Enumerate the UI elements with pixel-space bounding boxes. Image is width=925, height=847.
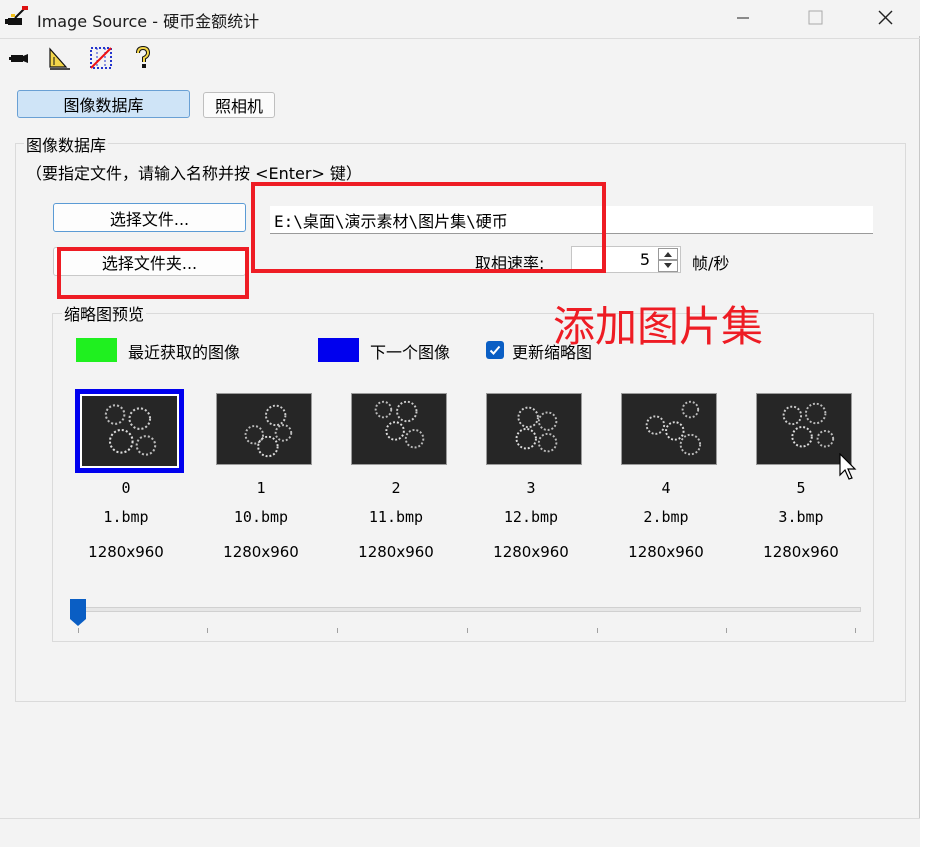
slider-tick xyxy=(78,628,79,633)
checkmark-icon xyxy=(489,345,501,355)
thumbnail-name: 2.bmp xyxy=(643,508,689,526)
thumbnail-image[interactable] xyxy=(351,393,447,465)
close-icon xyxy=(878,10,893,25)
annotation-box-folder xyxy=(57,247,249,299)
maximize-button[interactable] xyxy=(792,0,838,36)
thumbnail-image[interactable] xyxy=(756,393,852,465)
app-icon xyxy=(5,6,28,25)
thumbnail-name: 3.bmp xyxy=(778,508,824,526)
thumbnail-image[interactable] xyxy=(486,393,582,465)
coin-image xyxy=(622,394,716,464)
hint-text: （要指定文件，请输入名称并按 <Enter> 键） xyxy=(26,164,362,183)
annotation-box-path xyxy=(251,182,606,273)
slider-tick xyxy=(337,628,338,633)
grid-icon xyxy=(90,47,112,69)
spin-up-icon[interactable] xyxy=(658,248,678,260)
slider-handle[interactable] xyxy=(70,599,86,627)
coin-image xyxy=(757,394,851,464)
thumbnail-size: 1280x960 xyxy=(223,543,299,561)
title-bar: Image Source - 硬币金额统计 xyxy=(0,0,920,36)
thumbnail-image[interactable] xyxy=(75,389,184,473)
app-window: Image Source - 硬币金额统计 图像数据库 照相机 图像数据库 （要… xyxy=(0,0,920,847)
thumbnail-image[interactable] xyxy=(216,393,312,465)
camera-button[interactable] xyxy=(6,45,32,71)
measure-icon xyxy=(49,47,70,70)
recent-image-label: 最近获取的图像 xyxy=(128,343,241,362)
slider-tick xyxy=(855,628,856,633)
slider-tick xyxy=(597,628,598,633)
slider-tick xyxy=(207,628,208,633)
update-thumbnails-checkbox[interactable] xyxy=(486,341,504,359)
minimize-icon xyxy=(737,17,749,19)
tab-camera[interactable]: 照相机 xyxy=(203,92,275,118)
thumbnail-name: 12.bmp xyxy=(503,508,559,526)
toolbar xyxy=(0,38,920,77)
thumbnail-image[interactable] xyxy=(621,393,717,465)
window-title: Image Source - 硬币金额统计 xyxy=(37,12,260,31)
thumbnail-size: 1280x960 xyxy=(358,543,434,561)
annotation-text: 添加图片集 xyxy=(553,302,764,351)
thumbnail-index: 2 xyxy=(391,479,401,497)
tab-image-database[interactable]: 图像数据库 xyxy=(17,90,190,118)
thumbnail-index: 4 xyxy=(661,479,671,497)
help-icon xyxy=(136,45,151,68)
coin-image xyxy=(80,394,179,468)
recent-image-swatch xyxy=(76,338,117,362)
thumbnail-index: 0 xyxy=(121,479,131,497)
group-title: 图像数据库 xyxy=(24,132,109,156)
mouse-cursor-icon xyxy=(839,453,857,480)
next-image-label: 下一个图像 xyxy=(370,343,451,362)
thumbnail-size: 1280x960 xyxy=(493,543,569,561)
rate-value: 5 xyxy=(639,250,650,269)
maximize-icon xyxy=(808,10,823,25)
next-image-swatch xyxy=(318,338,359,362)
thumbnail-index: 5 xyxy=(796,479,806,497)
coin-image xyxy=(217,394,311,464)
thumbnail-index: 1 xyxy=(256,479,266,497)
thumbnail-preview-title: 缩略图预览 xyxy=(62,301,147,325)
spin-down-icon[interactable] xyxy=(658,260,678,272)
background-window-edge xyxy=(920,0,925,846)
thumbnail-name: 11.bmp xyxy=(368,508,424,526)
grid-button[interactable] xyxy=(88,45,114,71)
slider-tick xyxy=(726,628,727,633)
close-button[interactable] xyxy=(862,0,908,36)
measure-button[interactable] xyxy=(46,45,72,71)
thumbnail-index: 3 xyxy=(526,479,536,497)
camera-icon xyxy=(9,54,28,63)
thumbnail-name: 10.bmp xyxy=(233,508,289,526)
minimize-button[interactable] xyxy=(720,0,766,36)
rate-unit: 帧/秒 xyxy=(692,254,730,273)
status-bar xyxy=(0,818,920,847)
thumbnail-slider-track[interactable] xyxy=(72,607,861,612)
thumbnail-size: 1280x960 xyxy=(88,543,164,561)
coin-image xyxy=(352,394,446,464)
thumbnail-size: 1280x960 xyxy=(763,543,839,561)
select-file-button[interactable]: 选择文件... xyxy=(53,203,246,232)
thumbnail-name: 1.bmp xyxy=(103,508,149,526)
slider-tick xyxy=(467,628,468,633)
thumbnail-size: 1280x960 xyxy=(628,543,704,561)
help-button[interactable] xyxy=(130,45,156,71)
coin-image xyxy=(487,394,581,464)
